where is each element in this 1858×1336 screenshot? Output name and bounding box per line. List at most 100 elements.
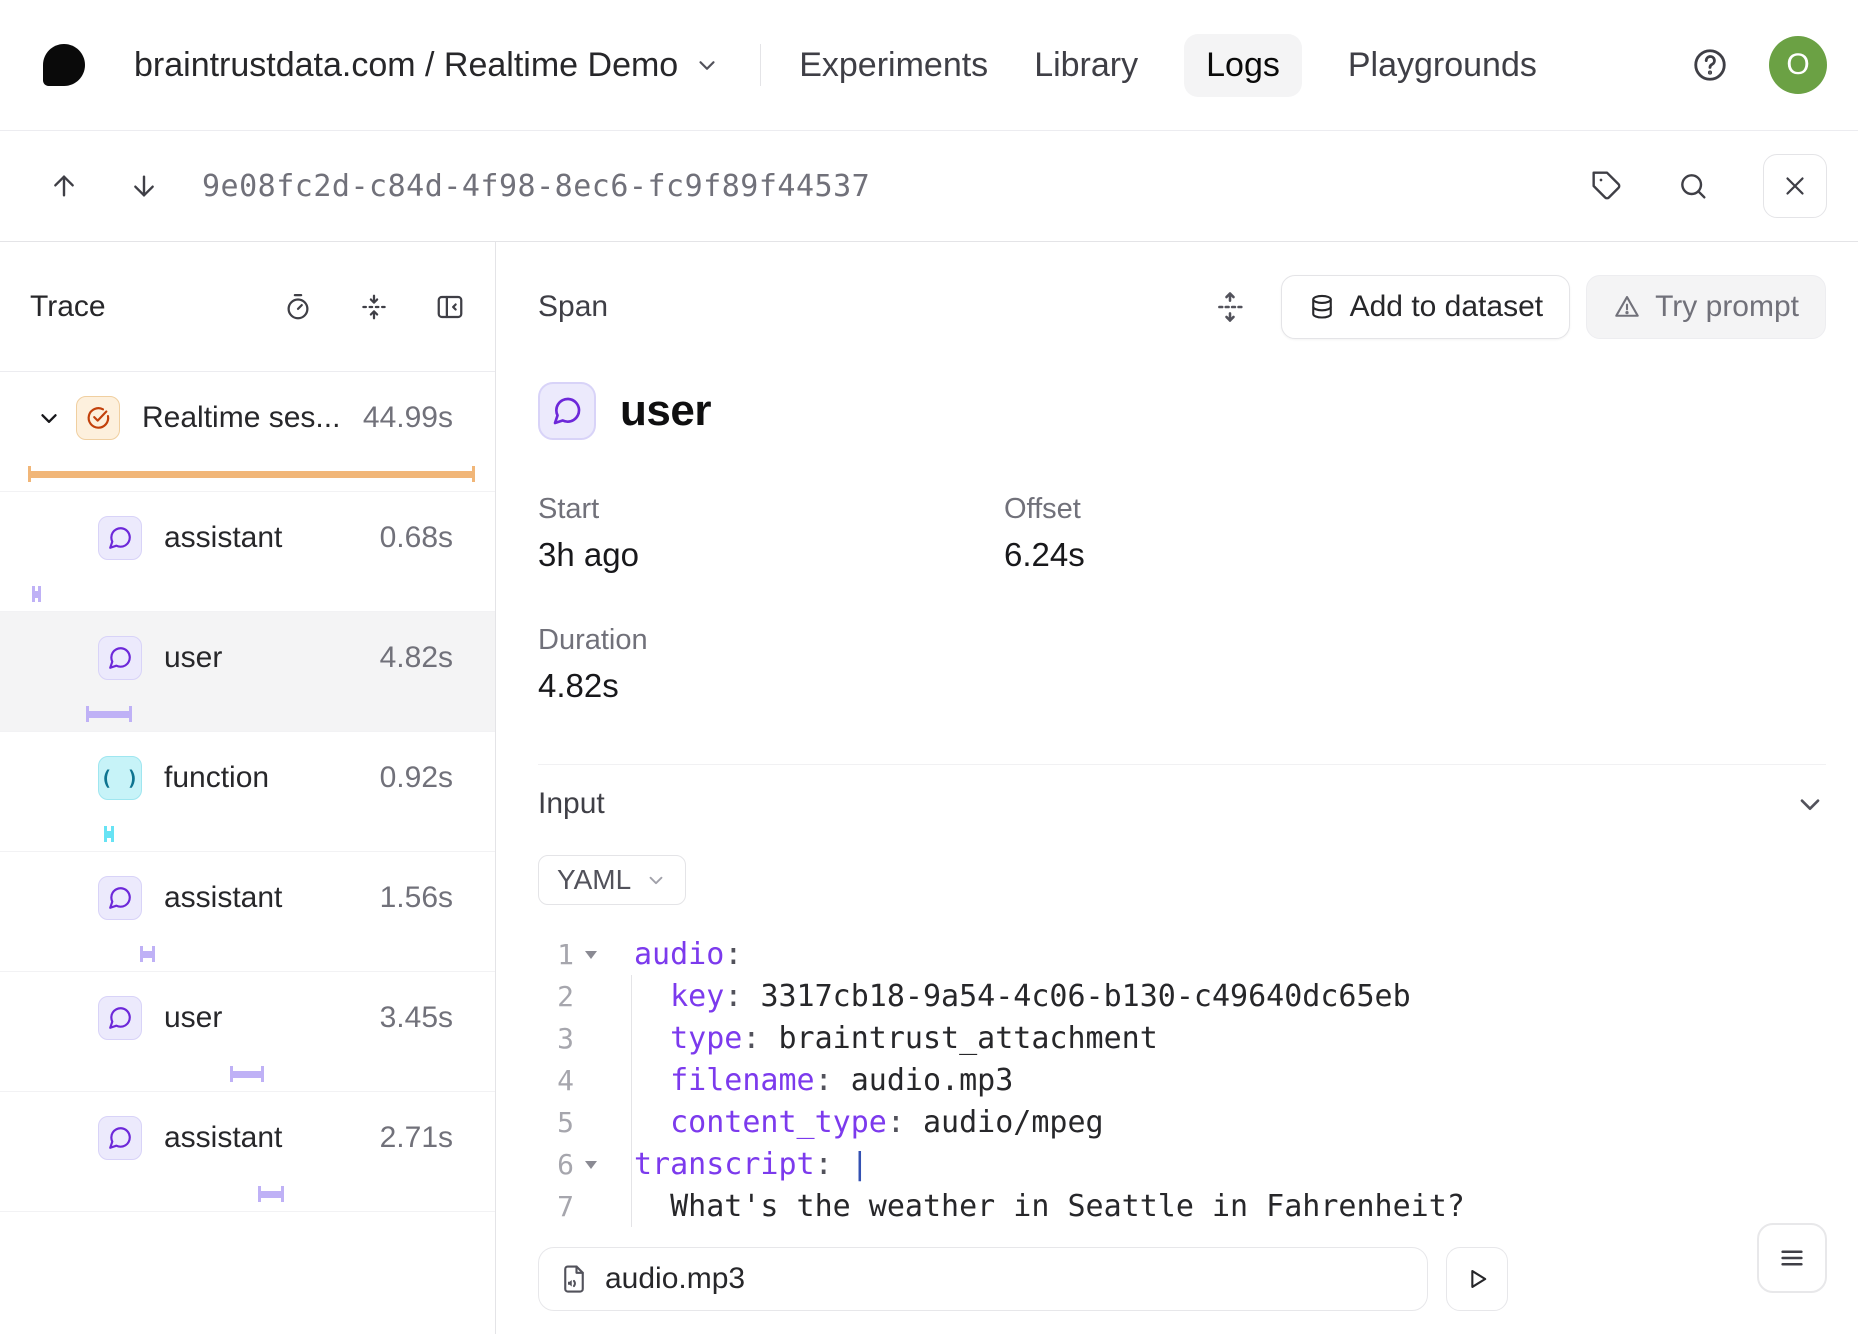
format-select[interactable]: YAML [538, 855, 686, 905]
audio-attachment-chip[interactable]: audio.mp3 [538, 1247, 1428, 1311]
database-icon [1308, 293, 1336, 321]
timer-icon[interactable] [283, 292, 313, 322]
warning-triangle-icon [1613, 293, 1641, 321]
attachment-name: audio.mp3 [605, 1262, 745, 1296]
menu-button[interactable] [1757, 1223, 1827, 1293]
code-line-text: filename: audio.mp3 [608, 1063, 1013, 1098]
span-panel-actions: Add to dataset Try prompt [1213, 275, 1826, 339]
field-value: 6.24s [1004, 538, 1826, 571]
app-window: braintrustdata.com / Realtime Demo Exper… [0, 0, 1858, 1336]
resize-vertical-icon[interactable] [1213, 290, 1247, 324]
collapse-rows-icon[interactable] [359, 292, 389, 322]
span-timeline-bar [230, 1066, 264, 1082]
chat-bubble-icon [98, 1116, 142, 1160]
span-panel-header: Span Add to dataset Try prompt [538, 242, 1826, 372]
header-divider [760, 44, 761, 86]
play-audio-button[interactable] [1446, 1247, 1508, 1311]
indent-guide [631, 975, 632, 1227]
close-trace-button[interactable] [1763, 154, 1827, 218]
span-timeline-bar [258, 1186, 284, 1202]
previous-trace-arrow-up-icon[interactable] [48, 170, 80, 202]
search-icon[interactable] [1677, 170, 1709, 202]
span-timeline-bar [104, 826, 114, 842]
span-fields: Start 3h ago Offset 6.24s Duration 4.82s [538, 492, 1826, 702]
project-breadcrumb[interactable]: braintrustdata.com / Realtime Demo [134, 46, 720, 85]
try-prompt-button[interactable]: Try prompt [1586, 275, 1826, 339]
nav-item-experiments[interactable]: Experiments [799, 34, 988, 97]
field-value: 3h ago [538, 538, 1004, 571]
tree-chevron-down-icon[interactable] [36, 405, 62, 431]
nav-item-playgrounds[interactable]: Playgrounds [1348, 34, 1537, 97]
attachment-row: audio.mp3 [538, 1247, 1826, 1311]
collapse-section-chevron-down-icon[interactable] [1794, 788, 1826, 820]
span-tree-row-assistant[interactable]: assistant 2.71s [0, 1092, 495, 1212]
line-number: 2 [538, 980, 574, 1013]
trace-sidebar: Trace [0, 242, 496, 1334]
next-trace-arrow-down-icon[interactable] [128, 170, 160, 202]
chevron-down-icon [645, 869, 667, 891]
code-line: 7 What's the weather in Seattle in Fahre… [538, 1185, 1826, 1227]
code-line-text: transcript: | [608, 1147, 869, 1182]
field-offset: Offset 6.24s [1004, 492, 1826, 571]
field-start: Start 3h ago [538, 492, 1004, 571]
close-icon [1780, 171, 1810, 201]
fold-chevron-icon[interactable] [574, 1154, 608, 1175]
trace-panel-title: Trace [30, 290, 106, 324]
try-prompt-label: Try prompt [1655, 290, 1799, 324]
line-number: 5 [538, 1106, 574, 1139]
nav-item-logs[interactable]: Logs [1184, 34, 1302, 97]
span-tree-row-assistant[interactable]: assistant 1.56s [0, 852, 495, 972]
code-line-text: audio: [608, 937, 742, 972]
avatar[interactable]: O [1769, 36, 1827, 94]
body: Trace [0, 242, 1858, 1334]
span-duration: 1.56s [380, 881, 453, 915]
span-label: assistant [164, 881, 282, 915]
audio-file-icon [559, 1264, 589, 1294]
add-to-dataset-label: Add to dataset [1350, 290, 1543, 324]
span-label: user [164, 1001, 222, 1035]
span-duration: 2.71s [380, 1121, 453, 1155]
span-tree-row-assistant[interactable]: assistant 0.68s [0, 492, 495, 612]
span-timeline-bar [32, 586, 41, 602]
project-breadcrumb-label: braintrustdata.com / Realtime Demo [134, 46, 678, 85]
span-label: user [164, 641, 222, 675]
trace-toolbar: 9e08fc2d-c84d-4f98-8ec6-fc9f89f44537 [0, 131, 1858, 242]
field-value: 4.82s [538, 669, 1004, 702]
check-circle-icon [76, 396, 120, 440]
span-timeline-bar [140, 946, 155, 962]
add-to-dataset-button[interactable]: Add to dataset [1281, 275, 1570, 339]
hamburger-menu-icon [1777, 1243, 1807, 1273]
chat-bubble-icon [98, 516, 142, 560]
nav-item-library[interactable]: Library [1034, 34, 1138, 97]
code-line: 3 type: braintrust_attachment [538, 1017, 1826, 1059]
chat-bubble-icon [538, 382, 596, 440]
span-detail-panel: Span Add to dataset Try prompt [496, 242, 1858, 1334]
parens-icon: ( ) [98, 756, 142, 800]
span-label: assistant [164, 1121, 282, 1155]
collapse-panel-icon[interactable] [435, 292, 465, 322]
span-tree-row-user[interactable]: user 3.45s [0, 972, 495, 1092]
header-right-group: O [1691, 36, 1827, 94]
help-icon[interactable] [1691, 46, 1729, 84]
braintrust-logo-icon[interactable] [40, 41, 88, 89]
primary-nav: Experiments Library Logs Playgrounds [799, 34, 1537, 97]
span-tree-row-function[interactable]: ( ) function 0.92s [0, 732, 495, 852]
span-tree: Realtime ses... 44.99s assistant 0.68s [0, 372, 495, 1212]
input-section-title: Input [538, 787, 605, 821]
fold-chevron-icon[interactable] [574, 944, 608, 965]
span-tree-row-realtimeses[interactable]: Realtime ses... 44.99s [0, 372, 495, 492]
tag-icon[interactable] [1591, 170, 1623, 202]
line-number: 1 [538, 938, 574, 971]
chat-bubble-icon [98, 996, 142, 1040]
span-panel-title: Span [538, 290, 608, 324]
span-duration: 44.99s [363, 401, 453, 435]
play-icon [1463, 1265, 1491, 1293]
span-tree-row-user[interactable]: user 4.82s [0, 612, 495, 732]
top-navigation-bar: braintrustdata.com / Realtime Demo Exper… [0, 0, 1858, 131]
chevron-down-icon [694, 52, 720, 78]
field-duration: Duration 4.82s [538, 623, 1004, 702]
span-timeline-bar [86, 706, 132, 722]
chat-bubble-icon [98, 876, 142, 920]
code-line-text: What's the weather in Seattle in Fahrenh… [608, 1189, 1465, 1224]
code-line-text: key: 3317cb18-9a54-4c06-b130-c49640dc65e… [608, 979, 1411, 1014]
